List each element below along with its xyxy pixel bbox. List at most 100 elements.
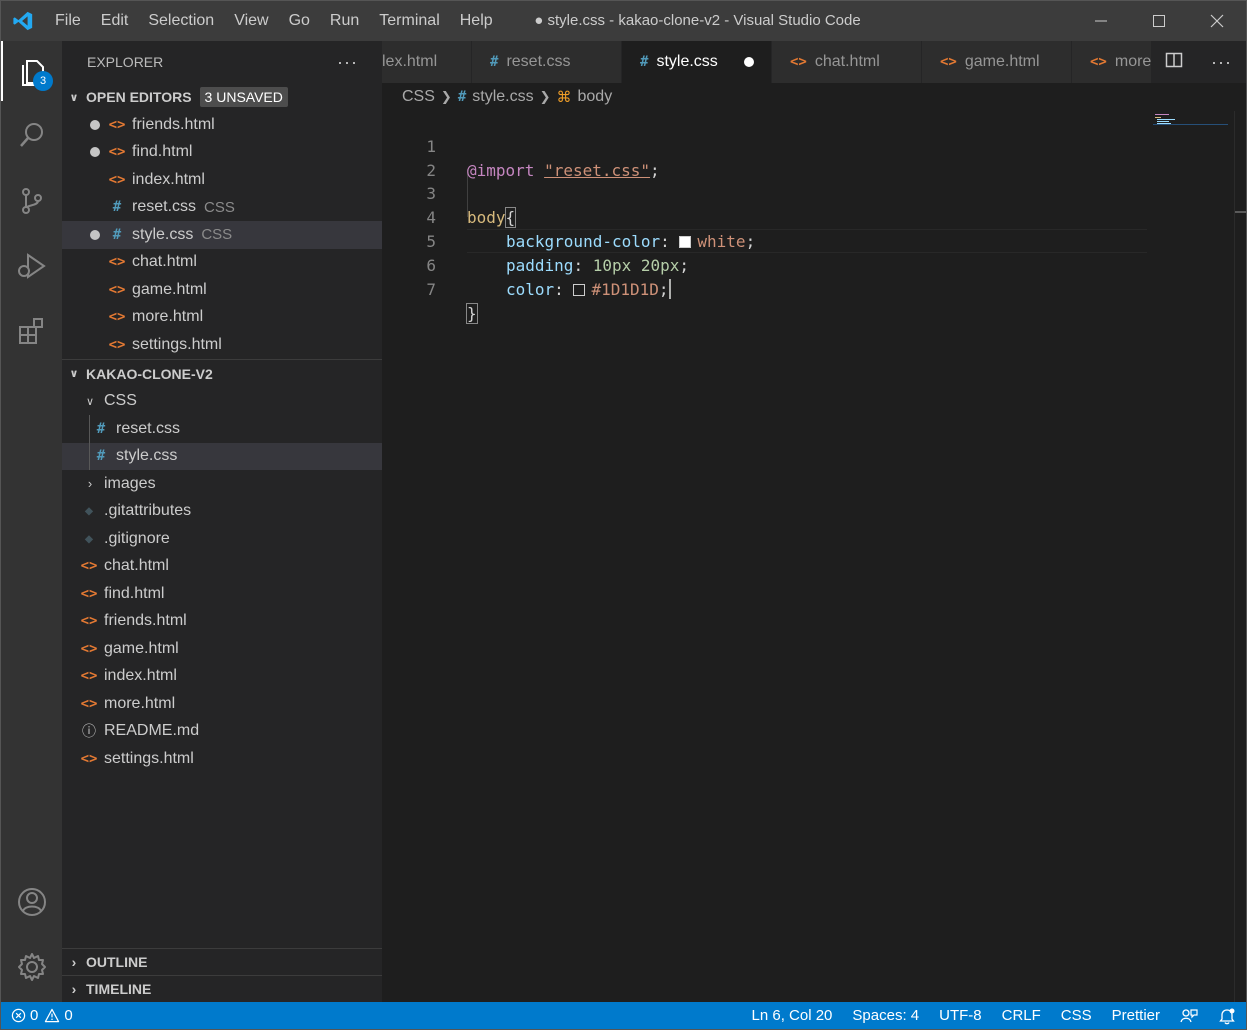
- activity-manage[interactable]: [1, 937, 62, 997]
- html-file-icon: <>: [80, 613, 98, 630]
- window-title: ● style.css - kakao-clone-v2 - Visual St…: [534, 12, 861, 29]
- tree-file[interactable]: <> settings.html: [62, 745, 382, 773]
- tree-file[interactable]: ⓘ README.md: [62, 718, 382, 746]
- menu-terminal[interactable]: Terminal: [369, 1, 449, 41]
- open-editor-item[interactable]: # reset.css CSS: [62, 194, 382, 222]
- css-file-icon: #: [112, 226, 122, 243]
- tab-label: chat.html: [814, 53, 880, 70]
- tab-label: style.css: [656, 53, 718, 70]
- menu-go[interactable]: Go: [279, 1, 320, 41]
- more-actions-button[interactable]: ···: [337, 52, 358, 73]
- tab-game-html[interactable]: <> game.html: [922, 41, 1072, 83]
- minimap-preview: [1153, 114, 1228, 125]
- color-swatch-icon[interactable]: [573, 284, 586, 296]
- editor-tabs: lex.html # reset.css # style.css <> chat…: [382, 41, 1246, 83]
- problems-status[interactable]: 0 0: [1, 1002, 83, 1029]
- menu-file[interactable]: File: [45, 1, 91, 41]
- modified-dot-icon: [90, 119, 100, 130]
- open-editor-item[interactable]: # style.css CSS: [62, 221, 382, 249]
- activity-bar: 3: [1, 41, 62, 1002]
- tree-file[interactable]: ◆ .gitignore: [62, 525, 382, 553]
- tree-file[interactable]: <> chat.html: [62, 553, 382, 581]
- cursor-position[interactable]: Ln 6, Col 20: [742, 1002, 843, 1029]
- explorer-badge: 3: [33, 71, 53, 91]
- open-editor-item[interactable]: <> chat.html: [62, 249, 382, 277]
- tree-file[interactable]: # style.css: [62, 442, 382, 470]
- notifications-button[interactable]: [1208, 1002, 1246, 1029]
- tree-file[interactable]: <> index.html: [62, 663, 382, 691]
- tab-label: reset.css: [506, 53, 571, 70]
- tree-file[interactable]: <> more.html: [62, 690, 382, 718]
- html-file-icon: <>: [108, 281, 126, 298]
- css-file-icon: #: [640, 54, 649, 70]
- tree-file[interactable]: # reset.css: [62, 415, 382, 443]
- menu-view[interactable]: View: [224, 1, 278, 41]
- breadcrumb-item[interactable]: body: [578, 88, 613, 106]
- open-editors-header[interactable]: ∨ OPEN EDITORS 3 UNSAVED: [62, 83, 382, 111]
- tree-file[interactable]: <> game.html: [62, 635, 382, 663]
- open-editor-item[interactable]: <> game.html: [62, 276, 382, 304]
- breadcrumb-item[interactable]: style.css: [472, 88, 533, 106]
- unsaved-dot-icon[interactable]: [743, 57, 754, 67]
- feedback-button[interactable]: [1170, 1002, 1208, 1029]
- open-editor-item[interactable]: <> index.html: [62, 166, 382, 194]
- tab-index-html[interactable]: lex.html: [382, 41, 472, 83]
- code-punctuation: ;: [658, 280, 669, 299]
- tab-chat-html[interactable]: <> chat.html: [772, 41, 922, 83]
- code-line: 6 color: #1D1D1D;: [382, 230, 1152, 299]
- activity-source-control[interactable]: [1, 171, 62, 231]
- formatter-status[interactable]: Prettier: [1102, 1002, 1170, 1029]
- activity-run-debug[interactable]: [1, 236, 62, 296]
- tree-file[interactable]: <> friends.html: [62, 608, 382, 636]
- file-name: settings.html: [132, 335, 222, 353]
- menu-edit[interactable]: Edit: [91, 1, 139, 41]
- ellipsis-icon: ···: [1211, 51, 1232, 72]
- tree-file[interactable]: <> find.html: [62, 580, 382, 608]
- editor-actions: ···: [1151, 41, 1246, 83]
- code-line: 4 background-color: white;: [382, 182, 1152, 251]
- minimize-button[interactable]: [1072, 1, 1130, 41]
- timeline-title: TIMELINE: [86, 981, 152, 997]
- tree-file[interactable]: ◆ .gitattributes: [62, 498, 382, 526]
- menu-run[interactable]: Run: [320, 1, 369, 41]
- chevron-right-icon: ›: [87, 476, 93, 492]
- tab-style-css[interactable]: # style.css: [622, 41, 772, 83]
- chevron-right-icon: ›: [71, 981, 77, 997]
- more-actions-button[interactable]: ···: [1211, 52, 1232, 73]
- minimap[interactable]: [1153, 111, 1228, 125]
- split-editor-button[interactable]: [1165, 51, 1183, 73]
- vertical-scrollbar[interactable]: [1234, 111, 1246, 1002]
- indentation[interactable]: Spaces: 4: [842, 1002, 929, 1029]
- tab-label: more: [1114, 53, 1152, 70]
- end-of-line[interactable]: CRLF: [992, 1002, 1051, 1029]
- timeline-header[interactable]: › TIMELINE: [62, 975, 382, 1002]
- error-count: 0: [30, 1007, 39, 1024]
- menu-help[interactable]: Help: [450, 1, 503, 41]
- tab-more-html[interactable]: <> more: [1072, 41, 1162, 83]
- file-encoding[interactable]: UTF-8: [929, 1002, 992, 1029]
- open-editor-item[interactable]: <> find.html: [62, 139, 382, 167]
- file-name: friends.html: [132, 115, 215, 133]
- file-name: more.html: [104, 694, 176, 712]
- folder-images[interactable]: › images: [62, 470, 382, 498]
- open-editor-item[interactable]: <> settings.html: [62, 331, 382, 359]
- project-header[interactable]: ∨ KAKAO-CLONE-V2: [62, 360, 382, 388]
- close-button[interactable]: [1188, 1, 1246, 41]
- tab-reset-css[interactable]: # reset.css: [472, 41, 622, 83]
- code-editor[interactable]: 1 @import "reset.css"; 2 3 body{ 4 backg…: [382, 111, 1246, 1002]
- activity-explorer[interactable]: 3: [1, 41, 62, 101]
- open-editor-item[interactable]: <> friends.html: [62, 111, 382, 139]
- tab-label: game.html: [964, 53, 1040, 70]
- open-editor-item[interactable]: <> more.html: [62, 304, 382, 332]
- breadcrumb-item[interactable]: CSS: [402, 88, 435, 106]
- folder-css[interactable]: ∨ CSS: [62, 388, 382, 416]
- html-file-icon: <>: [108, 144, 126, 161]
- error-icon: [11, 1008, 26, 1023]
- activity-search[interactable]: [1, 105, 62, 165]
- activity-accounts[interactable]: [1, 872, 62, 932]
- language-mode[interactable]: CSS: [1051, 1002, 1102, 1029]
- menu-selection[interactable]: Selection: [138, 1, 224, 41]
- activity-extensions[interactable]: [1, 300, 62, 360]
- maximize-button[interactable]: [1130, 1, 1188, 41]
- outline-header[interactable]: › OUTLINE: [62, 948, 382, 975]
